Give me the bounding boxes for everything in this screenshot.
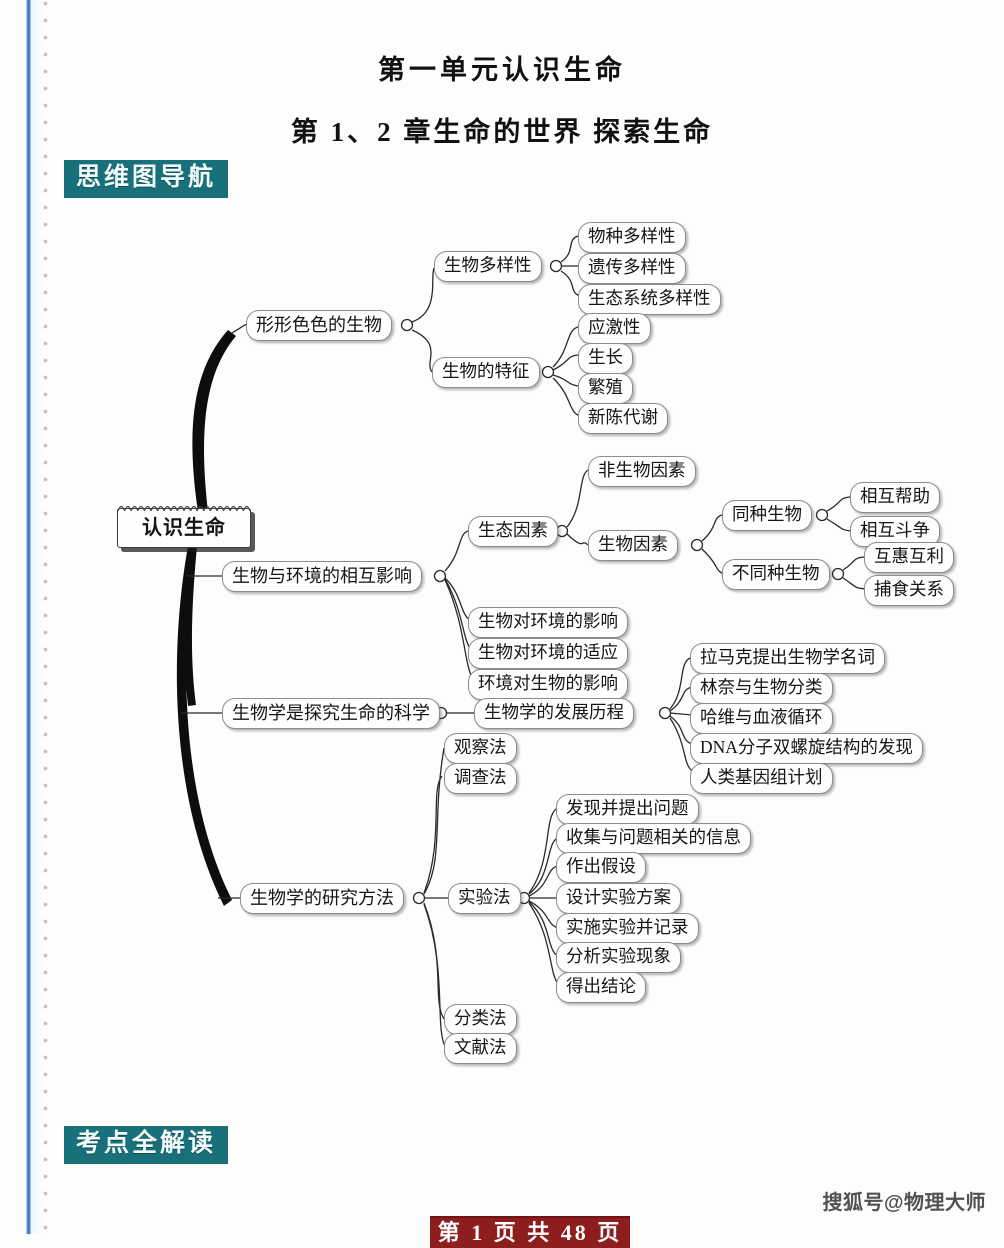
node-reproduction[interactable]: 繁殖: [578, 373, 633, 404]
node-irritability[interactable]: 应激性: [578, 313, 651, 344]
node-biology-history[interactable]: 生物学的发展历程: [474, 698, 634, 729]
node-biodiversity[interactable]: 生物多样性: [434, 251, 542, 282]
node-observation-method[interactable]: 观察法: [444, 733, 517, 764]
node-organism-traits[interactable]: 生物的特征: [432, 357, 540, 388]
node-abiotic-factors[interactable]: 非生物因素: [588, 456, 696, 487]
page-number-banner: 第 1 页 共 48 页: [430, 1216, 630, 1248]
node-mutual-help[interactable]: 相互帮助: [850, 482, 940, 513]
node-organism-environment-interaction[interactable]: 生物与环境的相互影响: [222, 561, 422, 592]
node-step-identify-question[interactable]: 发现并提出问题: [556, 794, 699, 825]
node-step-hypothesis[interactable]: 作出假设: [556, 852, 646, 883]
node-ecosystem-diversity[interactable]: 生态系统多样性: [578, 284, 721, 315]
node-human-genome-project[interactable]: 人类基因组计划: [690, 763, 833, 794]
node-harvey[interactable]: 哈维与血液循环: [690, 703, 833, 734]
node-growth[interactable]: 生长: [578, 343, 633, 374]
mindmap-root-node[interactable]: 认识生命: [117, 505, 251, 548]
node-literature-method[interactable]: 文献法: [444, 1033, 517, 1064]
node-predation[interactable]: 捕食关系: [864, 575, 954, 606]
node-biotic-factors[interactable]: 生物因素: [588, 530, 678, 561]
node-biology-research-methods[interactable]: 生物学的研究方法: [240, 883, 404, 914]
node-organism-affects-environment[interactable]: 生物对环境的影响: [468, 607, 628, 638]
node-classification-method[interactable]: 分类法: [444, 1004, 517, 1035]
node-dna-double-helix[interactable]: DNA分子双螺旋结构的发现: [690, 733, 923, 764]
node-step-conduct-record[interactable]: 实施实验并记录: [556, 913, 699, 944]
node-genetic-diversity[interactable]: 遗传多样性: [578, 253, 686, 284]
node-survey-method[interactable]: 调查法: [444, 763, 517, 794]
node-environment-affects-organism[interactable]: 环境对生物的影响: [468, 669, 628, 700]
node-biology-is-life-science[interactable]: 生物学是探究生命的科学: [222, 698, 440, 729]
node-step-analyze[interactable]: 分析实验现象: [556, 942, 681, 973]
mindmap-diagram: 认识生命 形形色色的生物 生物多样性 物种多样性 遗传多样性 生态系统多样性 生…: [0, 0, 1004, 1234]
node-ecological-factors[interactable]: 生态因素: [468, 516, 558, 547]
node-metabolism[interactable]: 新陈代谢: [578, 403, 668, 434]
node-different-species[interactable]: 不同种生物: [722, 559, 830, 590]
node-diverse-organisms[interactable]: 形形色色的生物: [246, 310, 392, 341]
node-step-design-experiment[interactable]: 设计实验方案: [556, 883, 681, 914]
watermark: 搜狐号@物理大师: [822, 1192, 986, 1214]
root-node-label: 认识生命: [142, 517, 226, 539]
node-step-collect-info[interactable]: 收集与问题相关的信息: [556, 823, 751, 854]
node-lamarck[interactable]: 拉马克提出生物学名词: [690, 643, 885, 674]
node-experiment-method[interactable]: 实验法: [448, 883, 521, 914]
node-linnaeus[interactable]: 林奈与生物分类: [690, 673, 833, 704]
node-same-species[interactable]: 同种生物: [722, 500, 812, 531]
node-step-conclusion[interactable]: 得出结论: [556, 972, 646, 1003]
node-organism-adapts-environment[interactable]: 生物对环境的适应: [468, 638, 628, 669]
node-mutual-benefit[interactable]: 互惠互利: [864, 542, 954, 573]
node-species-diversity[interactable]: 物种多样性: [578, 222, 686, 253]
